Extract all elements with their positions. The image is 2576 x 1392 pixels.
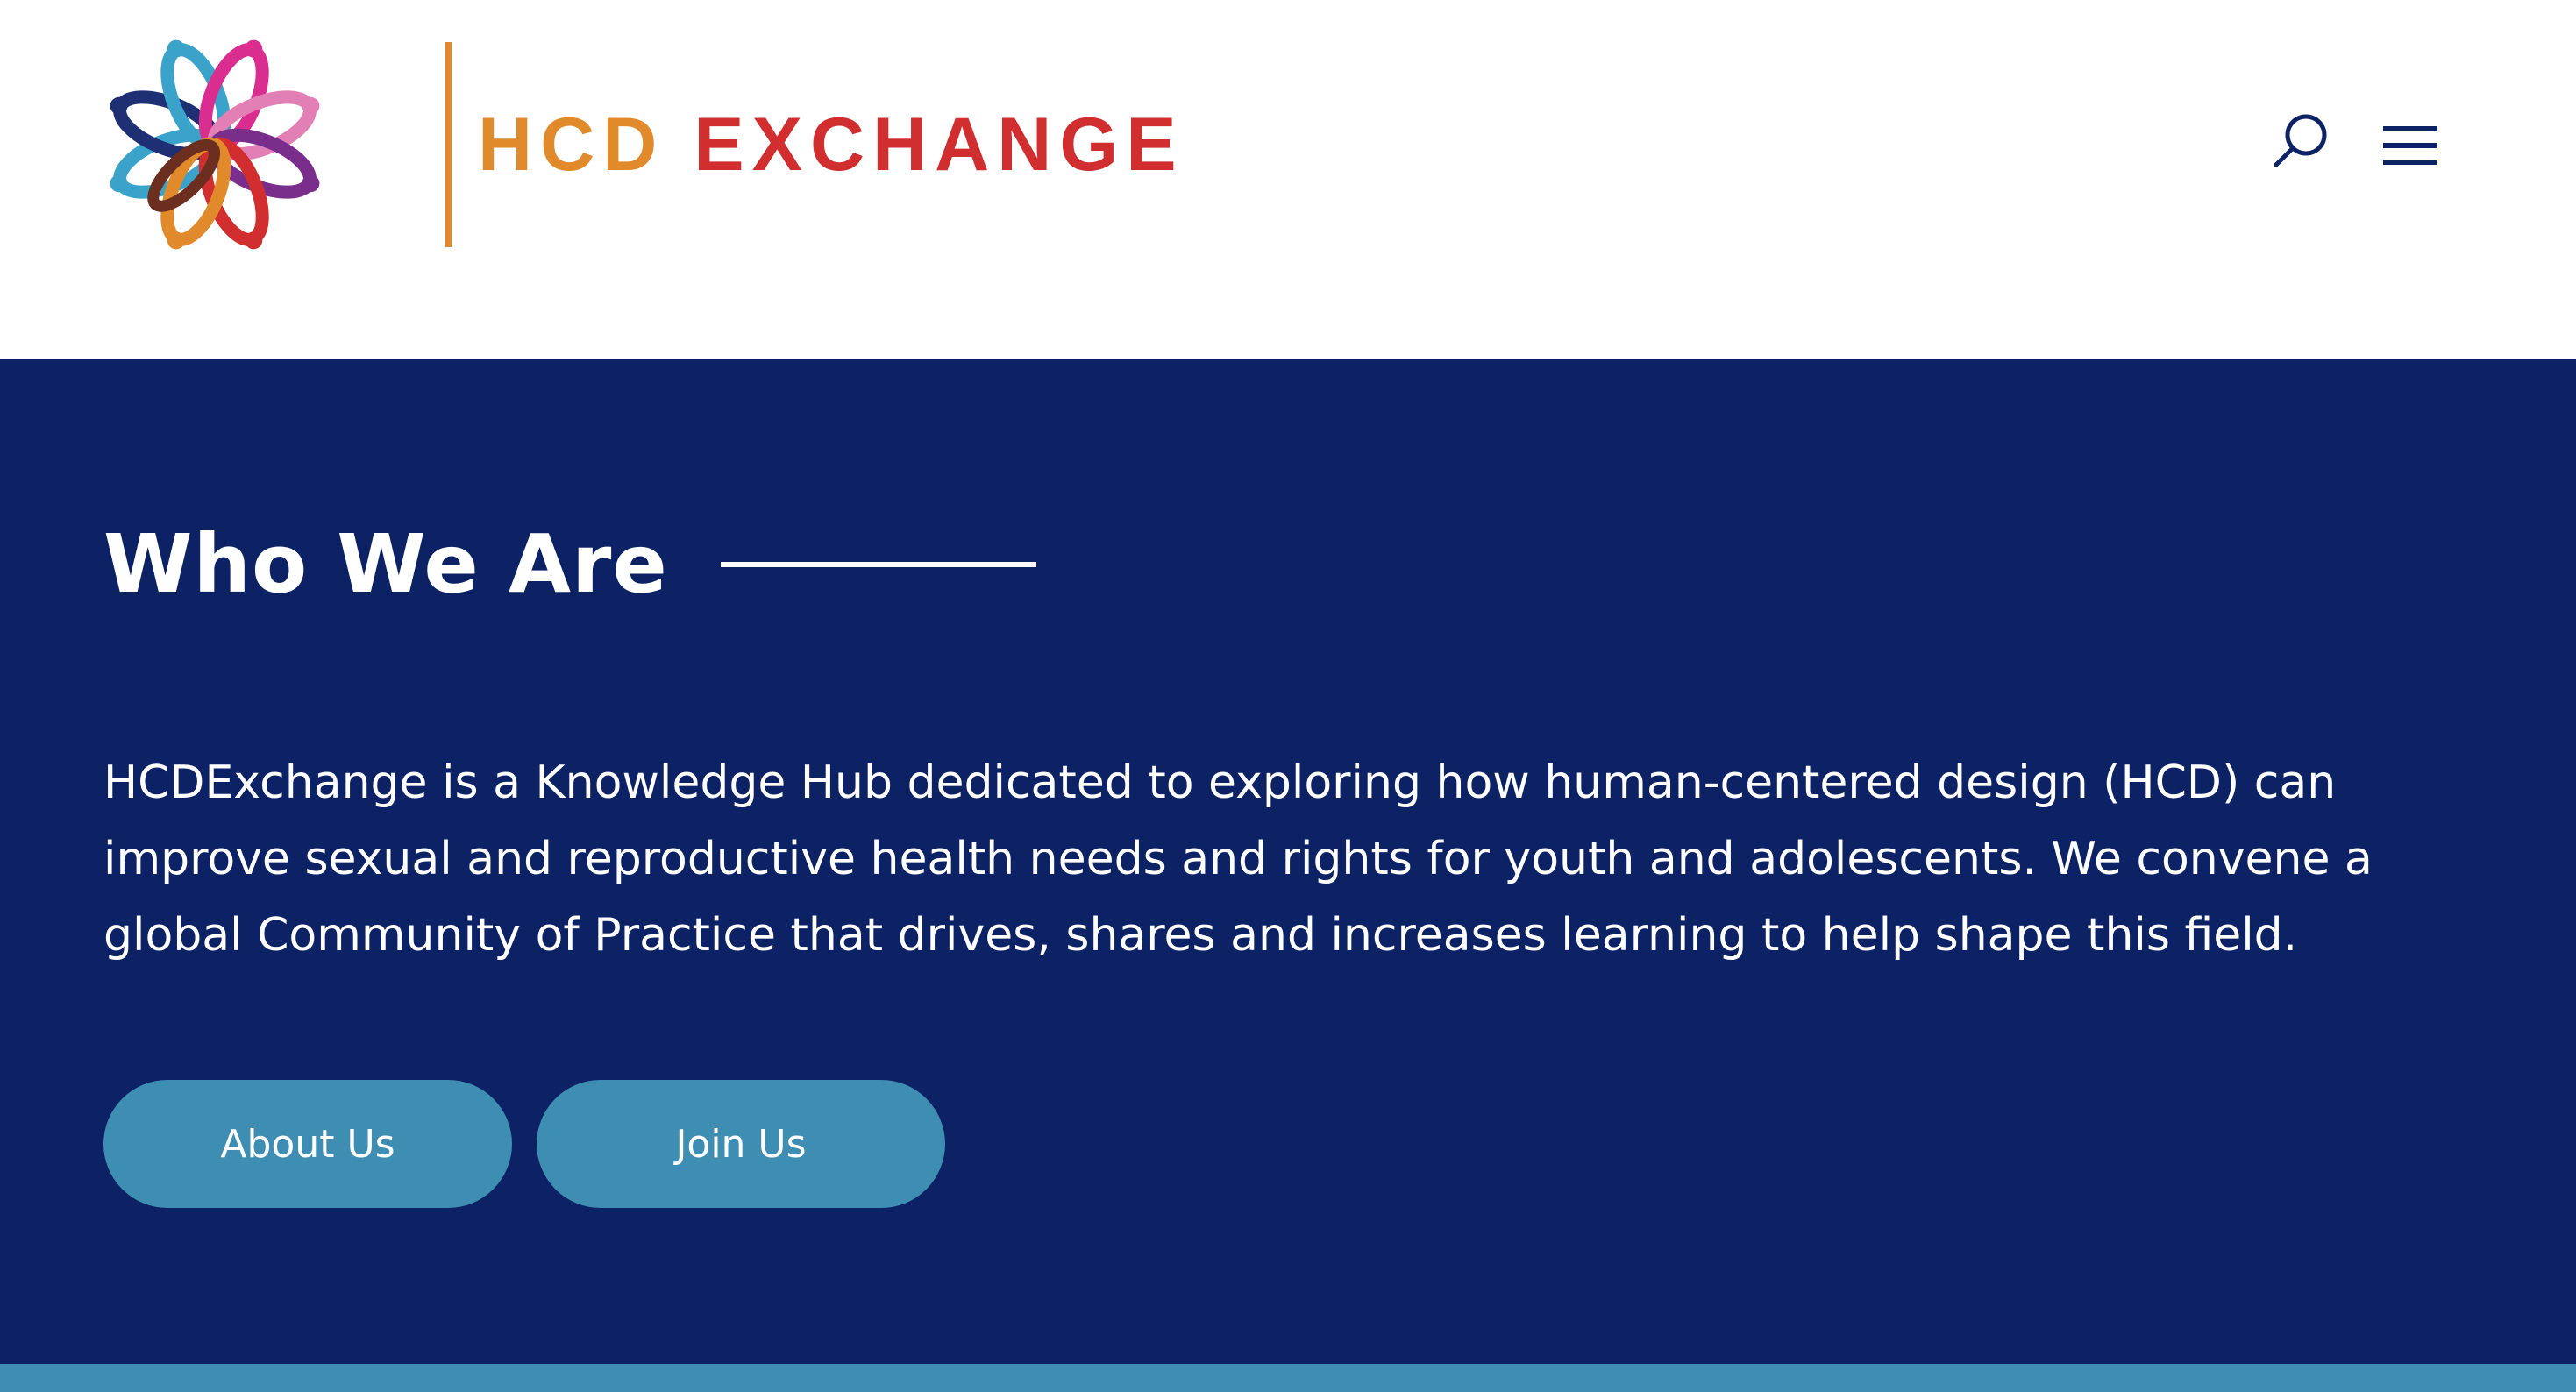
- section-description: HCDExchange is a Knowledge Hub dedicated…: [103, 756, 2373, 962]
- who-we-are-section: Who We Are HCDExchange is a Knowledge Hu…: [0, 359, 2576, 1364]
- search-icon: [2274, 114, 2327, 167]
- title-divider: [720, 561, 1036, 567]
- about-us-button[interactable]: About Us: [103, 1080, 512, 1208]
- section-title: Who We Are: [103, 517, 668, 611]
- logo-wordmark: HCD EXCHANGE: [478, 102, 1185, 188]
- logo-flower-icon: [110, 39, 320, 250]
- logo-divider: [445, 42, 452, 247]
- logo-text-exchange: EXCHANGE: [694, 102, 1185, 187]
- menu-button[interactable]: [2381, 123, 2439, 168]
- join-us-button[interactable]: Join Us: [537, 1080, 945, 1208]
- hamburger-menu-icon: [2383, 126, 2437, 165]
- site-header: HCD EXCHANGE: [0, 0, 2576, 359]
- site-logo[interactable]: HCD EXCHANGE: [105, 37, 1185, 252]
- logo-text-hcd: HCD: [478, 102, 665, 187]
- bottom-accent-strip: [0, 1364, 2576, 1392]
- search-button[interactable]: [2271, 110, 2332, 172]
- section-title-row: Who We Are: [103, 517, 1036, 611]
